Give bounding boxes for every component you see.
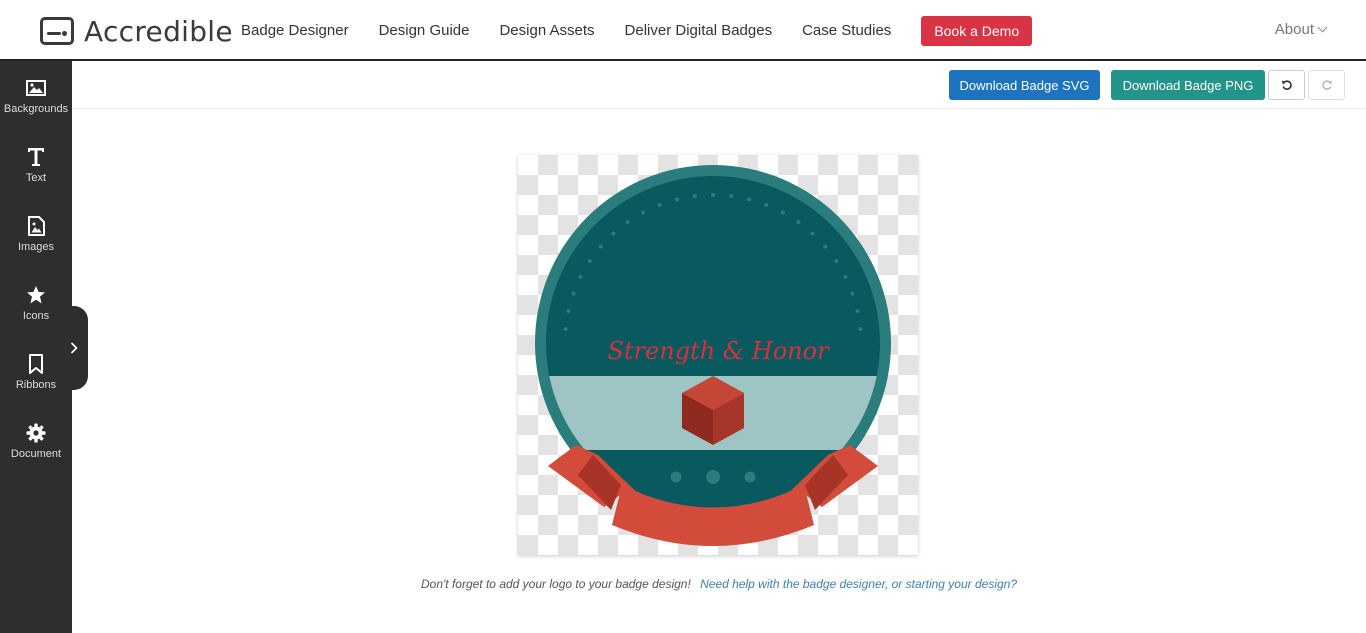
undo-icon: [1281, 80, 1292, 90]
badge-dot: [611, 231, 616, 236]
star-icon: [25, 284, 47, 306]
download-png-button[interactable]: Download Badge PNG: [1111, 70, 1265, 100]
nav-link-design-guide[interactable]: Design Guide: [379, 22, 470, 39]
text-icon: [25, 146, 47, 168]
left-sidebar: Backgrounds Text Images Icons Ribbons Do…: [0, 61, 88, 633]
accredible-logo-icon: [40, 17, 74, 45]
bookmark-icon: [25, 353, 47, 375]
sidebar-item-text[interactable]: Text: [0, 132, 72, 194]
sidebar-item-images[interactable]: Images: [0, 201, 72, 263]
sidebar-item-document[interactable]: Document: [0, 408, 72, 470]
badge-dot: [747, 197, 752, 202]
chevron-right-icon: [70, 342, 78, 354]
badge-dot: [578, 274, 583, 279]
editor-toolbar: Download Badge SVG Download Badge PNG: [72, 61, 1366, 109]
redo-button[interactable]: [1308, 70, 1345, 100]
badge-artwork: Strength & Honor: [535, 165, 891, 546]
redo-icon: [1321, 80, 1332, 90]
badge-dot: [729, 194, 734, 199]
gear-icon: [25, 422, 47, 444]
badge-dot: [571, 291, 576, 296]
badge-dot: [834, 259, 839, 264]
badge-dot: [641, 210, 646, 215]
badge-dot: [625, 220, 630, 225]
about-dropdown[interactable]: About: [1274, 21, 1328, 38]
badge-dot: [850, 291, 855, 296]
sidebar-item-backgrounds[interactable]: Backgrounds: [0, 63, 72, 125]
badge-dot: [780, 210, 785, 215]
nav-links: Badge Designer Design Guide Design Asset…: [241, 0, 1033, 61]
top-navbar: Accredible Badge Designer Design Guide D…: [0, 0, 1366, 61]
badge-title-text[interactable]: Strength & Honor: [607, 337, 830, 365]
book-demo-button[interactable]: Book a Demo: [921, 15, 1033, 46]
badge-dot: [843, 274, 848, 279]
badge-dot: [674, 197, 679, 202]
image-file-icon: [25, 215, 47, 237]
badge-dot: [796, 220, 801, 225]
badge-lower-dot: [670, 471, 682, 483]
download-svg-button[interactable]: Download Badge SVG: [949, 70, 1100, 100]
sidebar-item-label: Text: [25, 172, 47, 184]
badge-dot: [711, 193, 715, 197]
badge-dot: [855, 309, 860, 314]
brand-name: Accredible: [84, 14, 233, 48]
nav-link-deliver-digital-badges[interactable]: Deliver Digital Badges: [625, 22, 773, 39]
badge-canvas[interactable]: Strength & Honor: [518, 155, 918, 555]
badge-dot: [823, 244, 828, 249]
brand-logo[interactable]: Accredible: [40, 14, 233, 48]
badge-dot: [598, 244, 603, 249]
nav-link-badge-designer[interactable]: Badge Designer: [241, 22, 349, 39]
badge-dot: [858, 327, 863, 332]
help-link[interactable]: Need help with the badge designer, or st…: [700, 577, 1017, 591]
badge-dot: [764, 203, 769, 207]
badge-dot: [810, 231, 815, 236]
sidebar-item-label: Document: [10, 448, 62, 460]
image-icon: [25, 77, 47, 99]
hint-text: Don't forget to add your logo to your ba…: [420, 577, 691, 591]
badge-dot: [657, 203, 662, 207]
badge-lower-dot: [706, 470, 720, 484]
badge-dot: [566, 309, 571, 314]
undo-button[interactable]: [1268, 70, 1305, 100]
sidebar-expand-toggle[interactable]: [60, 306, 88, 390]
about-label: About: [1274, 21, 1314, 38]
nav-link-case-studies[interactable]: Case Studies: [802, 22, 891, 39]
badge-dot: [563, 327, 568, 332]
chevron-down-icon: [1317, 22, 1328, 33]
footer-hint: Don't forget to add your logo to your ba…: [0, 577, 1366, 591]
nav-link-design-assets[interactable]: Design Assets: [499, 22, 594, 39]
sidebar-item-label: Backgrounds: [3, 103, 69, 115]
sidebar-item-label: Images: [17, 241, 55, 253]
badge-lower-dot: [744, 471, 756, 483]
badge-dot: [587, 259, 592, 264]
badge-dot: [692, 194, 697, 199]
